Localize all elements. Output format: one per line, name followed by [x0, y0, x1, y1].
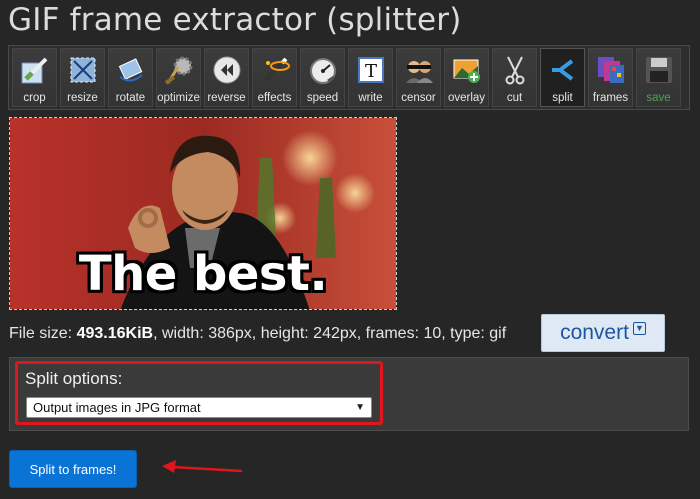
tool-split[interactable]: split: [540, 48, 585, 107]
tool-effects[interactable]: effects: [252, 48, 297, 107]
output-format-value: Output images in JPG format: [33, 400, 201, 415]
tool-optimize[interactable]: optimize: [156, 48, 201, 107]
split-icon: [546, 53, 580, 87]
tool-label: overlay: [447, 92, 486, 104]
tool-label: effects: [257, 92, 292, 104]
write-icon: T: [354, 53, 388, 87]
scissors-icon: [498, 53, 532, 87]
speed-icon: [306, 53, 340, 87]
tool-label: resize: [67, 92, 98, 104]
tool-label: reverse: [207, 92, 246, 104]
tool-label: cut: [506, 92, 523, 104]
reverse-icon: [210, 53, 244, 87]
chevron-down-icon: ▼: [355, 402, 365, 413]
gif-caption: The best.: [78, 246, 328, 302]
frames-icon: [594, 53, 628, 87]
tool-frames[interactable]: frames: [588, 48, 633, 107]
rotate-icon: [114, 53, 148, 87]
tool-label: split: [552, 92, 573, 104]
optimize-icon: [162, 53, 196, 87]
output-format-select[interactable]: Output images in JPG format ▼: [26, 397, 372, 418]
tool-speed[interactable]: speed: [300, 48, 345, 107]
split-options-label: Split options:: [25, 369, 123, 388]
tool-crop[interactable]: crop: [12, 48, 57, 107]
file-dimensions: , width: 386px, height: 242px, frames: 1…: [153, 325, 507, 342]
censor-icon: [402, 53, 436, 87]
split-to-frames-button[interactable]: Split to frames!: [9, 450, 137, 488]
tool-label: censor: [401, 92, 436, 104]
resize-icon: [66, 53, 100, 87]
svg-text:T: T: [364, 61, 376, 82]
tool-overlay[interactable]: overlay: [444, 48, 489, 107]
tool-cut[interactable]: cut: [492, 48, 537, 107]
tools-toolbar: crop resize rotate optimize reverse effe…: [8, 45, 690, 110]
page-title: GIF frame extractor (splitter): [8, 2, 462, 38]
tool-save[interactable]: save: [636, 48, 681, 107]
tool-label: write: [358, 92, 383, 104]
file-info: File size: 493.16KiB, width: 386px, heig…: [9, 325, 506, 343]
tool-reverse[interactable]: reverse: [204, 48, 249, 107]
tool-label: optimize: [157, 92, 200, 104]
file-size-value: 493.16KiB: [76, 325, 154, 342]
convert-label: convert: [560, 321, 629, 344]
floppy-disk-icon: [642, 53, 676, 87]
download-icon: ▼: [632, 321, 646, 335]
tool-label: crop: [23, 92, 46, 104]
tool-censor[interactable]: censor: [396, 48, 441, 107]
tool-label: rotate: [115, 92, 146, 104]
gif-preview: The best.: [9, 117, 397, 310]
tool-label: save: [646, 92, 671, 104]
convert-button[interactable]: convert ▼: [541, 314, 665, 352]
tool-label: speed: [306, 92, 339, 104]
tool-resize[interactable]: resize: [60, 48, 105, 107]
tool-rotate[interactable]: rotate: [108, 48, 153, 107]
file-size-label: File size:: [9, 325, 77, 342]
crop-icon: [18, 53, 52, 87]
annotation-arrow-icon: [162, 460, 243, 473]
tool-label: frames: [592, 92, 629, 104]
effects-icon: [258, 53, 292, 87]
tool-write[interactable]: T write: [348, 48, 393, 107]
overlay-icon: [450, 53, 484, 87]
